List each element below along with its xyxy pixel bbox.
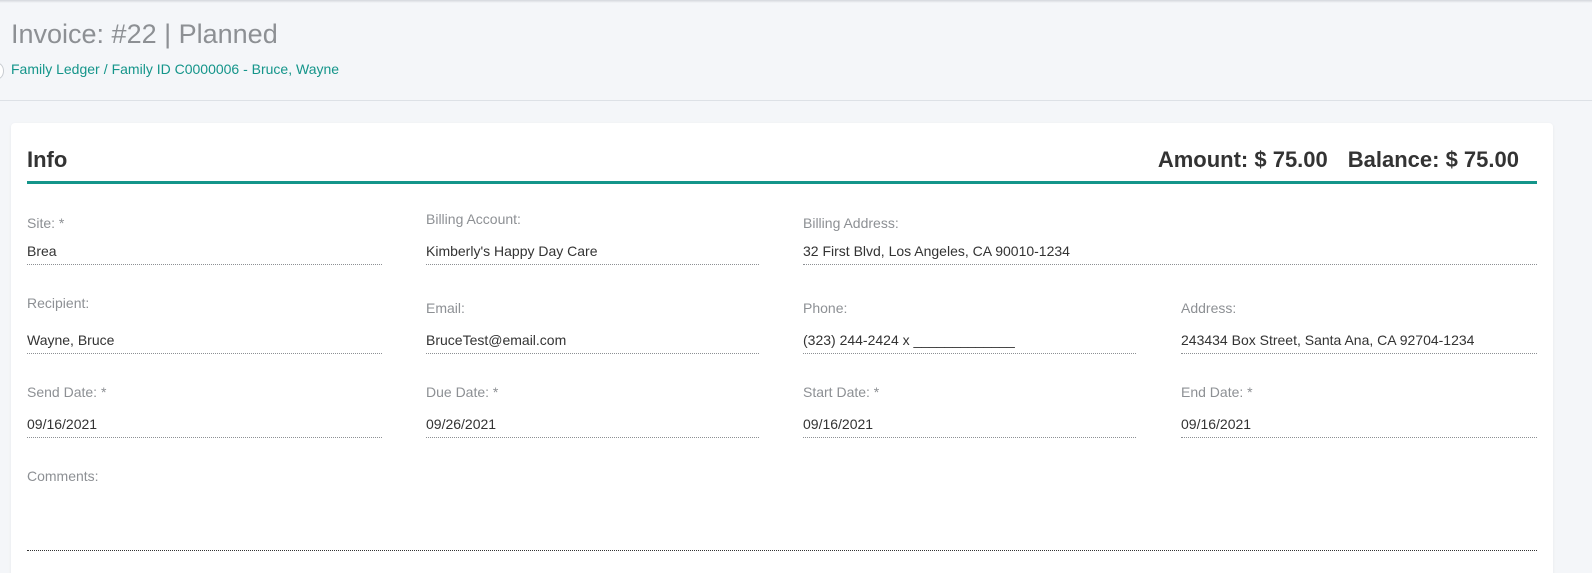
site-select[interactable]: Brea <box>27 239 382 265</box>
due-date-label: Due Date: * <box>426 384 499 400</box>
email-input[interactable]: BruceTest@email.com <box>426 328 759 354</box>
site-label: Site: * <box>27 215 65 231</box>
send-date-field: Send Date: * 09/16/2021 <box>27 384 382 444</box>
billing-address-input[interactable]: 32 First Blvd, Los Angeles, CA 90010-123… <box>803 239 1537 265</box>
end-date-field: End Date: * 09/16/2021 <box>1181 384 1537 444</box>
sidebar-toggle-handle[interactable] <box>0 63 4 79</box>
email-field: Email: BruceTest@email.com <box>426 300 759 360</box>
billing-address-label: Billing Address: <box>803 215 899 231</box>
address-field: Address: 243434 Box Street, Santa Ana, C… <box>1181 300 1537 360</box>
info-card-header: Info Amount: $ 75.00 Balance: $ 75.00 <box>27 123 1537 184</box>
info-card-title: Info <box>27 147 68 172</box>
comments-field: Comments: <box>27 468 427 488</box>
phone-label: Phone: <box>803 300 848 316</box>
phone-input[interactable]: (323) 244-2424 x _____________ <box>803 328 1136 354</box>
comments-textarea[interactable] <box>27 500 1537 551</box>
recipient-field: Recipient: Wayne, Bruce <box>27 295 382 360</box>
due-date-field: Due Date: * 09/26/2021 <box>426 384 759 444</box>
address-input[interactable]: 243434 Box Street, Santa Ana, CA 92704-1… <box>1181 328 1537 354</box>
email-label: Email: <box>426 300 465 316</box>
breadcrumb-separator: / <box>103 61 108 77</box>
balance-total: Balance: $ 75.00 <box>1347 147 1519 172</box>
due-date-input[interactable]: 09/26/2021 <box>426 412 759 438</box>
amount-total: Amount: $ 75.00 <box>1157 147 1328 172</box>
phone-field: Phone: (323) 244-2424 x _____________ <box>803 300 1136 360</box>
recipient-label: Recipient: <box>27 295 90 311</box>
billing-account-input[interactable]: Kimberly's Happy Day Care <box>426 239 759 265</box>
send-date-input[interactable]: 09/16/2021 <box>27 412 382 438</box>
comments-label: Comments: <box>27 468 99 484</box>
billing-account-field: Billing Account: Kimberly's Happy Day Ca… <box>426 211 759 275</box>
start-date-input[interactable]: 09/16/2021 <box>803 412 1136 438</box>
page-header: Invoice: #22 | Planned Family Ledger / Fam… <box>0 0 1592 101</box>
start-date-field: Start Date: * 09/16/2021 <box>803 384 1136 444</box>
top-shadow <box>0 0 1592 3</box>
end-date-input[interactable]: 09/16/2021 <box>1181 412 1537 438</box>
send-date-label: Send Date: * <box>27 384 107 400</box>
breadcrumb: Family Ledger / Family ID C0000006 - Bruce… <box>11 61 339 77</box>
start-date-label: Start Date: * <box>803 384 880 400</box>
page-title: Invoice: #22 | Planned <box>11 19 278 49</box>
recipient-input[interactable]: Wayne, Bruce <box>27 328 382 354</box>
breadcrumb-family-link[interactable]: Family ID C0000006 - Bruce, Wayne <box>112 61 339 77</box>
address-label: Address: <box>1181 300 1237 316</box>
site-field: Site: * Brea <box>27 215 382 275</box>
info-card: Info Amount: $ 75.00 Balance: $ 75.00 Sit… <box>11 123 1553 573</box>
billing-account-label: Billing Account: <box>426 211 521 227</box>
invoice-totals: Amount: $ 75.00 Balance: $ 75.00 <box>1138 147 1519 173</box>
breadcrumb-family-ledger-link[interactable]: Family Ledger <box>11 61 100 77</box>
billing-address-field: Billing Address: 32 First Blvd, Los Ange… <box>803 215 1537 275</box>
end-date-label: End Date: * <box>1181 384 1253 400</box>
